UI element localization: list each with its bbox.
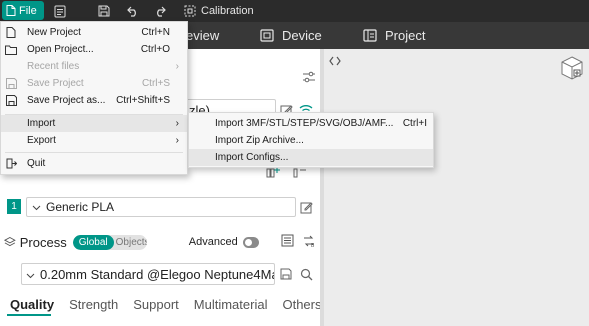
tab-preview[interactable]: eview xyxy=(186,22,219,49)
chevron-right-icon: › xyxy=(175,61,179,72)
tab-preview-label: eview xyxy=(186,28,220,43)
notes-icon[interactable] xyxy=(51,2,69,20)
chevron-right-icon: › xyxy=(175,118,179,129)
project-icon xyxy=(363,29,377,42)
save-as-icon xyxy=(5,95,17,107)
process-mode-switch[interactable]: Global Objects xyxy=(72,234,147,250)
chevron-down-icon xyxy=(32,200,41,214)
device-icon xyxy=(260,29,274,42)
view-cube-icon[interactable] xyxy=(557,53,587,83)
edit-filament-icon[interactable] xyxy=(297,198,315,216)
tab-multimaterial[interactable]: Multimaterial xyxy=(194,297,268,312)
save-preset-icon[interactable] xyxy=(277,265,295,283)
menu-item-import-zip[interactable]: Import Zip Archive... xyxy=(189,132,433,149)
menu-item-import[interactable]: Import › xyxy=(1,115,187,132)
menu-item-save-project[interactable]: Save Project Ctrl+S xyxy=(1,75,187,92)
filament-index: 1 xyxy=(11,201,17,212)
title-toolbar: File Calibration xyxy=(0,0,589,22)
menu-item-new-project[interactable]: New Project Ctrl+N xyxy=(1,24,187,41)
tab-device-label: Device xyxy=(282,28,322,43)
tab-device[interactable]: Device xyxy=(260,22,322,49)
file-menu-button[interactable]: File xyxy=(2,1,44,20)
calibration-icon xyxy=(184,5,196,17)
printer-settings-icon[interactable] xyxy=(300,68,318,86)
menu-item-open-project[interactable]: Open Project... Ctrl+O xyxy=(1,41,187,58)
folder-open-icon xyxy=(5,44,17,56)
filament-name: Generic PLA xyxy=(46,200,115,214)
menu-item-import-configs[interactable]: Import Configs... xyxy=(189,149,433,166)
svg-text:B: B xyxy=(311,243,315,248)
layers-icon xyxy=(4,236,16,247)
mode-objects[interactable]: Objects xyxy=(114,235,147,250)
tab-strength[interactable]: Strength xyxy=(69,297,118,312)
tab-project[interactable]: Project xyxy=(363,22,425,49)
quit-icon xyxy=(5,158,17,170)
mode-global[interactable]: Global xyxy=(72,234,114,250)
settings-tabs: Quality Strength Support Multimaterial O… xyxy=(0,295,321,313)
calibration-label: Calibration xyxy=(201,5,254,17)
tab-project-label: Project xyxy=(385,28,426,43)
compare-icon[interactable]: B xyxy=(302,234,316,251)
menu-item-quit[interactable]: Quit xyxy=(1,155,187,172)
search-icon[interactable] xyxy=(297,265,315,283)
active-tab-indicator xyxy=(7,314,51,316)
undo-icon[interactable] xyxy=(124,2,142,20)
tab-quality[interactable]: Quality xyxy=(10,297,54,312)
3d-viewport[interactable] xyxy=(324,49,589,326)
process-preset-label: 0.20mm Standard @Elegoo Neptune4Max... xyxy=(40,266,275,282)
save-icon xyxy=(5,78,17,90)
import-submenu: Import 3MF/STL/STEP/SVG/OBJ/AMF... Ctrl+… xyxy=(188,112,434,168)
menu-item-recent-files[interactable]: Recent files › xyxy=(1,58,187,75)
file-icon xyxy=(6,5,16,16)
process-header: Process Global Objects Advanced B xyxy=(4,233,316,251)
file-menu: New Project Ctrl+N Open Project... Ctrl+… xyxy=(0,21,188,175)
filament-index-badge: 1 xyxy=(7,199,21,214)
collapse-sidebar-icon[interactable] xyxy=(327,53,343,69)
chevron-right-icon: › xyxy=(175,135,179,146)
tab-support[interactable]: Support xyxy=(133,297,179,312)
process-title: Process xyxy=(19,234,67,250)
menu-item-export[interactable]: Export › xyxy=(1,132,187,149)
tab-others[interactable]: Others xyxy=(282,297,321,312)
menu-item-import-models[interactable]: Import 3MF/STL/STEP/SVG/OBJ/AMF... Ctrl+… xyxy=(189,115,433,132)
calibration-button[interactable]: Calibration xyxy=(184,0,254,22)
file-menu-label: File xyxy=(19,4,37,17)
new-file-icon xyxy=(5,27,17,39)
menu-separator xyxy=(5,152,183,153)
advanced-toggle[interactable] xyxy=(242,236,260,248)
process-list-icon[interactable] xyxy=(281,234,294,250)
chevron-down-icon xyxy=(26,267,35,282)
redo-icon[interactable] xyxy=(151,2,169,20)
save-icon[interactable] xyxy=(95,2,113,20)
filament-select[interactable]: Generic PLA xyxy=(26,197,296,217)
menu-item-save-project-as[interactable]: Save Project as... Ctrl+Shift+S xyxy=(1,92,187,109)
advanced-label: Advanced xyxy=(188,236,238,248)
process-preset-select[interactable]: 0.20mm Standard @Elegoo Neptune4Max... xyxy=(21,263,275,285)
